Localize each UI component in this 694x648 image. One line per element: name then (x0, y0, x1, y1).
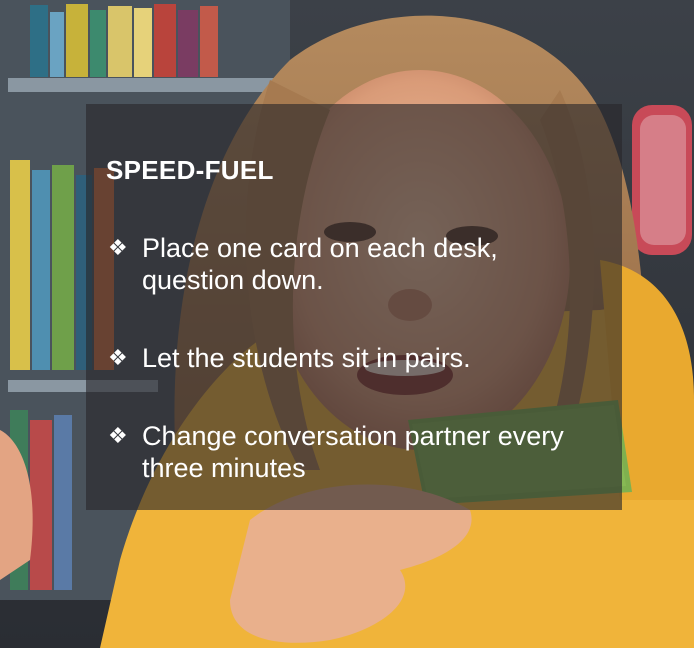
bullet-item: ❖ Place one card on each desk, question … (106, 232, 596, 296)
slide: SPEED-FUEL ❖ Place one card on each desk… (0, 0, 694, 648)
diamond-bullet-icon: ❖ (108, 345, 128, 370)
slide-title: SPEED-FUEL (106, 155, 274, 185)
bullet-item: ❖ Change conversation partner every thre… (106, 420, 596, 484)
bullet-text: Place one card on each desk, question do… (142, 233, 498, 295)
bullet-text: Change conversation partner every three … (142, 421, 564, 483)
bullet-item: ❖ Let the students sit in pairs. (106, 342, 596, 374)
diamond-bullet-icon: ❖ (108, 423, 128, 448)
bullet-text: Let the students sit in pairs. (142, 343, 471, 373)
diamond-bullet-icon: ❖ (108, 235, 128, 260)
bullet-list: ❖ Place one card on each desk, question … (106, 232, 596, 530)
